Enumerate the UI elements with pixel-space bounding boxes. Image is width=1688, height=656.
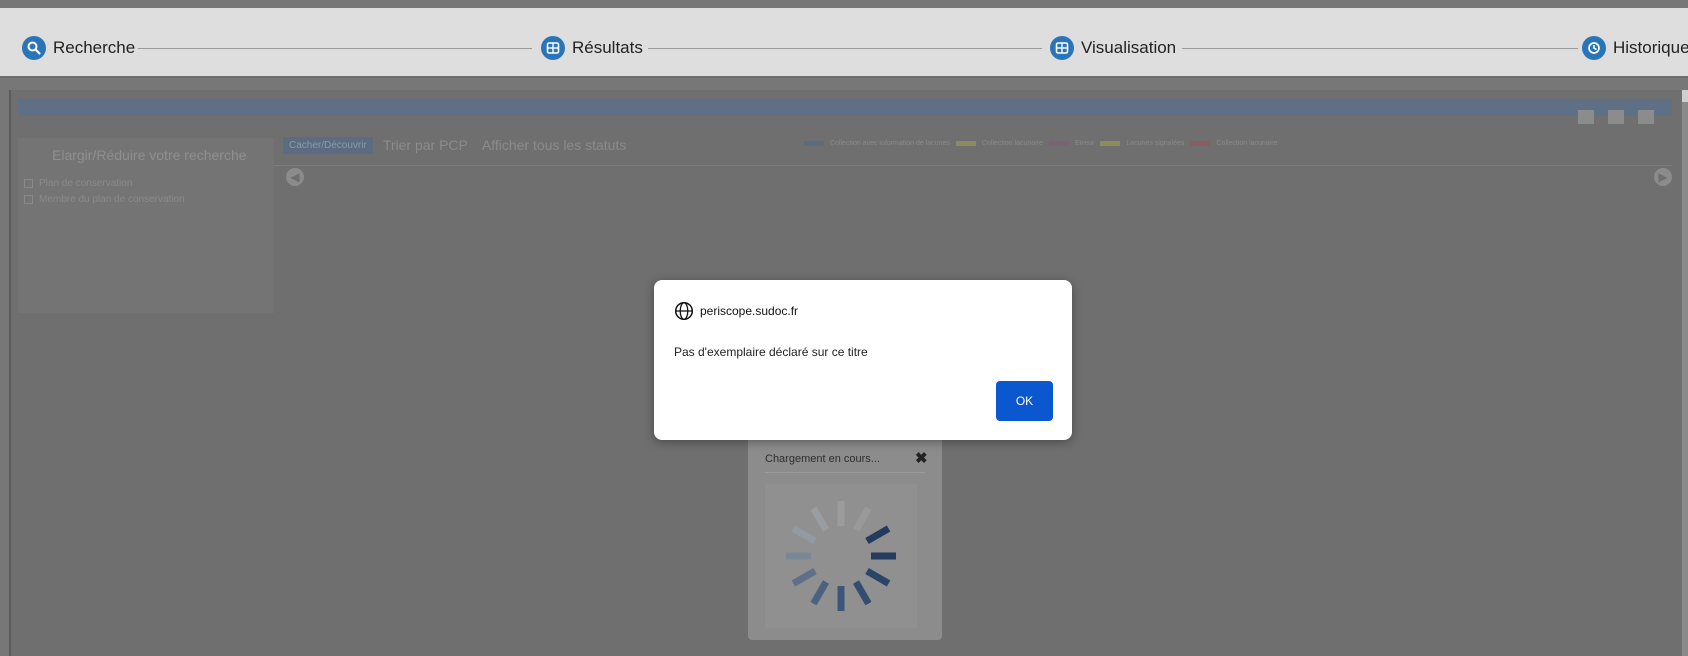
step-recherche[interactable]: Recherche (22, 35, 135, 61)
step-visualisation[interactable]: Visualisation (1050, 35, 1176, 61)
step-historique[interactable]: Historique (1582, 35, 1688, 61)
side-panel-title: Elargir/Réduire votre recherche (52, 147, 247, 163)
status-select[interactable]: Afficher tous les statuts (482, 137, 626, 153)
close-icon[interactable]: ✖ (915, 449, 928, 467)
arrow-right-icon[interactable]: ▶ (1654, 168, 1672, 186)
dialog-message: Pas d'exemplaire déclaré sur ce titre (674, 345, 868, 359)
legend-swatch (1048, 141, 1069, 146)
globe-icon (674, 301, 694, 321)
table-icon (541, 36, 565, 60)
filter-option[interactable]: Membre du plan de conservation (24, 194, 185, 205)
scrollbar-thumb[interactable] (1682, 90, 1688, 102)
ok-button[interactable]: OK (996, 381, 1053, 421)
scrollbar[interactable] (1682, 90, 1688, 656)
legend-swatch (1100, 141, 1121, 146)
spinner-area (765, 484, 917, 628)
dialog-origin-text: periscope.sudoc.fr (700, 304, 799, 318)
loading-panel: Chargement en cours... ✖ (748, 436, 942, 640)
divider (765, 472, 925, 473)
legend-swatch (1190, 141, 1211, 146)
print-icon[interactable] (1608, 110, 1624, 124)
step-connector (138, 48, 532, 49)
share-icon[interactable] (1638, 110, 1654, 124)
table-icon (1050, 36, 1074, 60)
loading-title: Chargement en cours... (765, 453, 880, 465)
step-label: Historique (1613, 38, 1688, 57)
export-icon[interactable] (1578, 110, 1594, 124)
checkbox[interactable] (24, 179, 33, 188)
history-icon (1582, 36, 1606, 60)
step-connector (1182, 48, 1578, 49)
search-icon (22, 36, 46, 60)
checkbox[interactable] (24, 195, 33, 204)
filter-option[interactable]: Plan de conservation (24, 178, 132, 189)
toggle-filter-button[interactable]: Cacher/Découvrir (283, 136, 373, 154)
arrow-left-icon[interactable]: ◀ (286, 168, 304, 186)
legend-swatch (955, 141, 976, 146)
step-resultats[interactable]: Résultats (541, 35, 643, 61)
filter-bar: Cacher/Découvrir Trier par PCP Afficher … (283, 134, 640, 156)
step-label: Résultats (572, 38, 643, 57)
divider (274, 165, 1672, 166)
sort-select[interactable]: Trier par PCP (383, 137, 468, 153)
step-bar: Recherche Résultats Visualisation Histor… (0, 8, 1688, 78)
header-band (18, 99, 1672, 116)
legend-swatch (804, 141, 824, 146)
alert-dialog: periscope.sudoc.fr Pas d'exemplaire décl… (654, 280, 1072, 440)
step-label: Visualisation (1081, 38, 1177, 57)
step-label: Recherche (53, 38, 136, 57)
legend: Collection avec information de lacunes C… (798, 140, 1278, 147)
toolbar-icons (1578, 110, 1654, 124)
spinner-icon (786, 501, 896, 611)
step-connector (648, 48, 1042, 49)
dialog-origin: periscope.sudoc.fr (674, 301, 798, 321)
filter-side-panel: Elargir/Réduire votre recherche Plan de … (18, 138, 274, 313)
